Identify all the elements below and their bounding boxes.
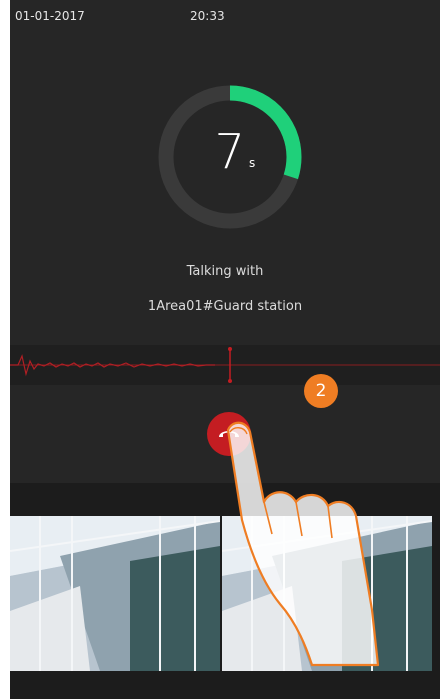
- call-status-label: Talking with: [186, 264, 264, 279]
- pointing-hand-illustration: [226, 421, 380, 667]
- call-target: 1Area01#Guard station: [147, 299, 303, 314]
- audio-waveform: [10, 345, 440, 385]
- call-timer: 7 s: [155, 82, 305, 232]
- camera-feed-1[interactable]: [10, 516, 220, 671]
- status-time: 20:33: [190, 9, 225, 23]
- timer-value: 7: [214, 124, 245, 180]
- tutorial-step-badge: 2: [304, 374, 338, 408]
- status-bar: 01-01-2017 20:33: [10, 9, 440, 25]
- timer-unit: s: [249, 156, 256, 170]
- status-date: 01-01-2017: [15, 9, 85, 23]
